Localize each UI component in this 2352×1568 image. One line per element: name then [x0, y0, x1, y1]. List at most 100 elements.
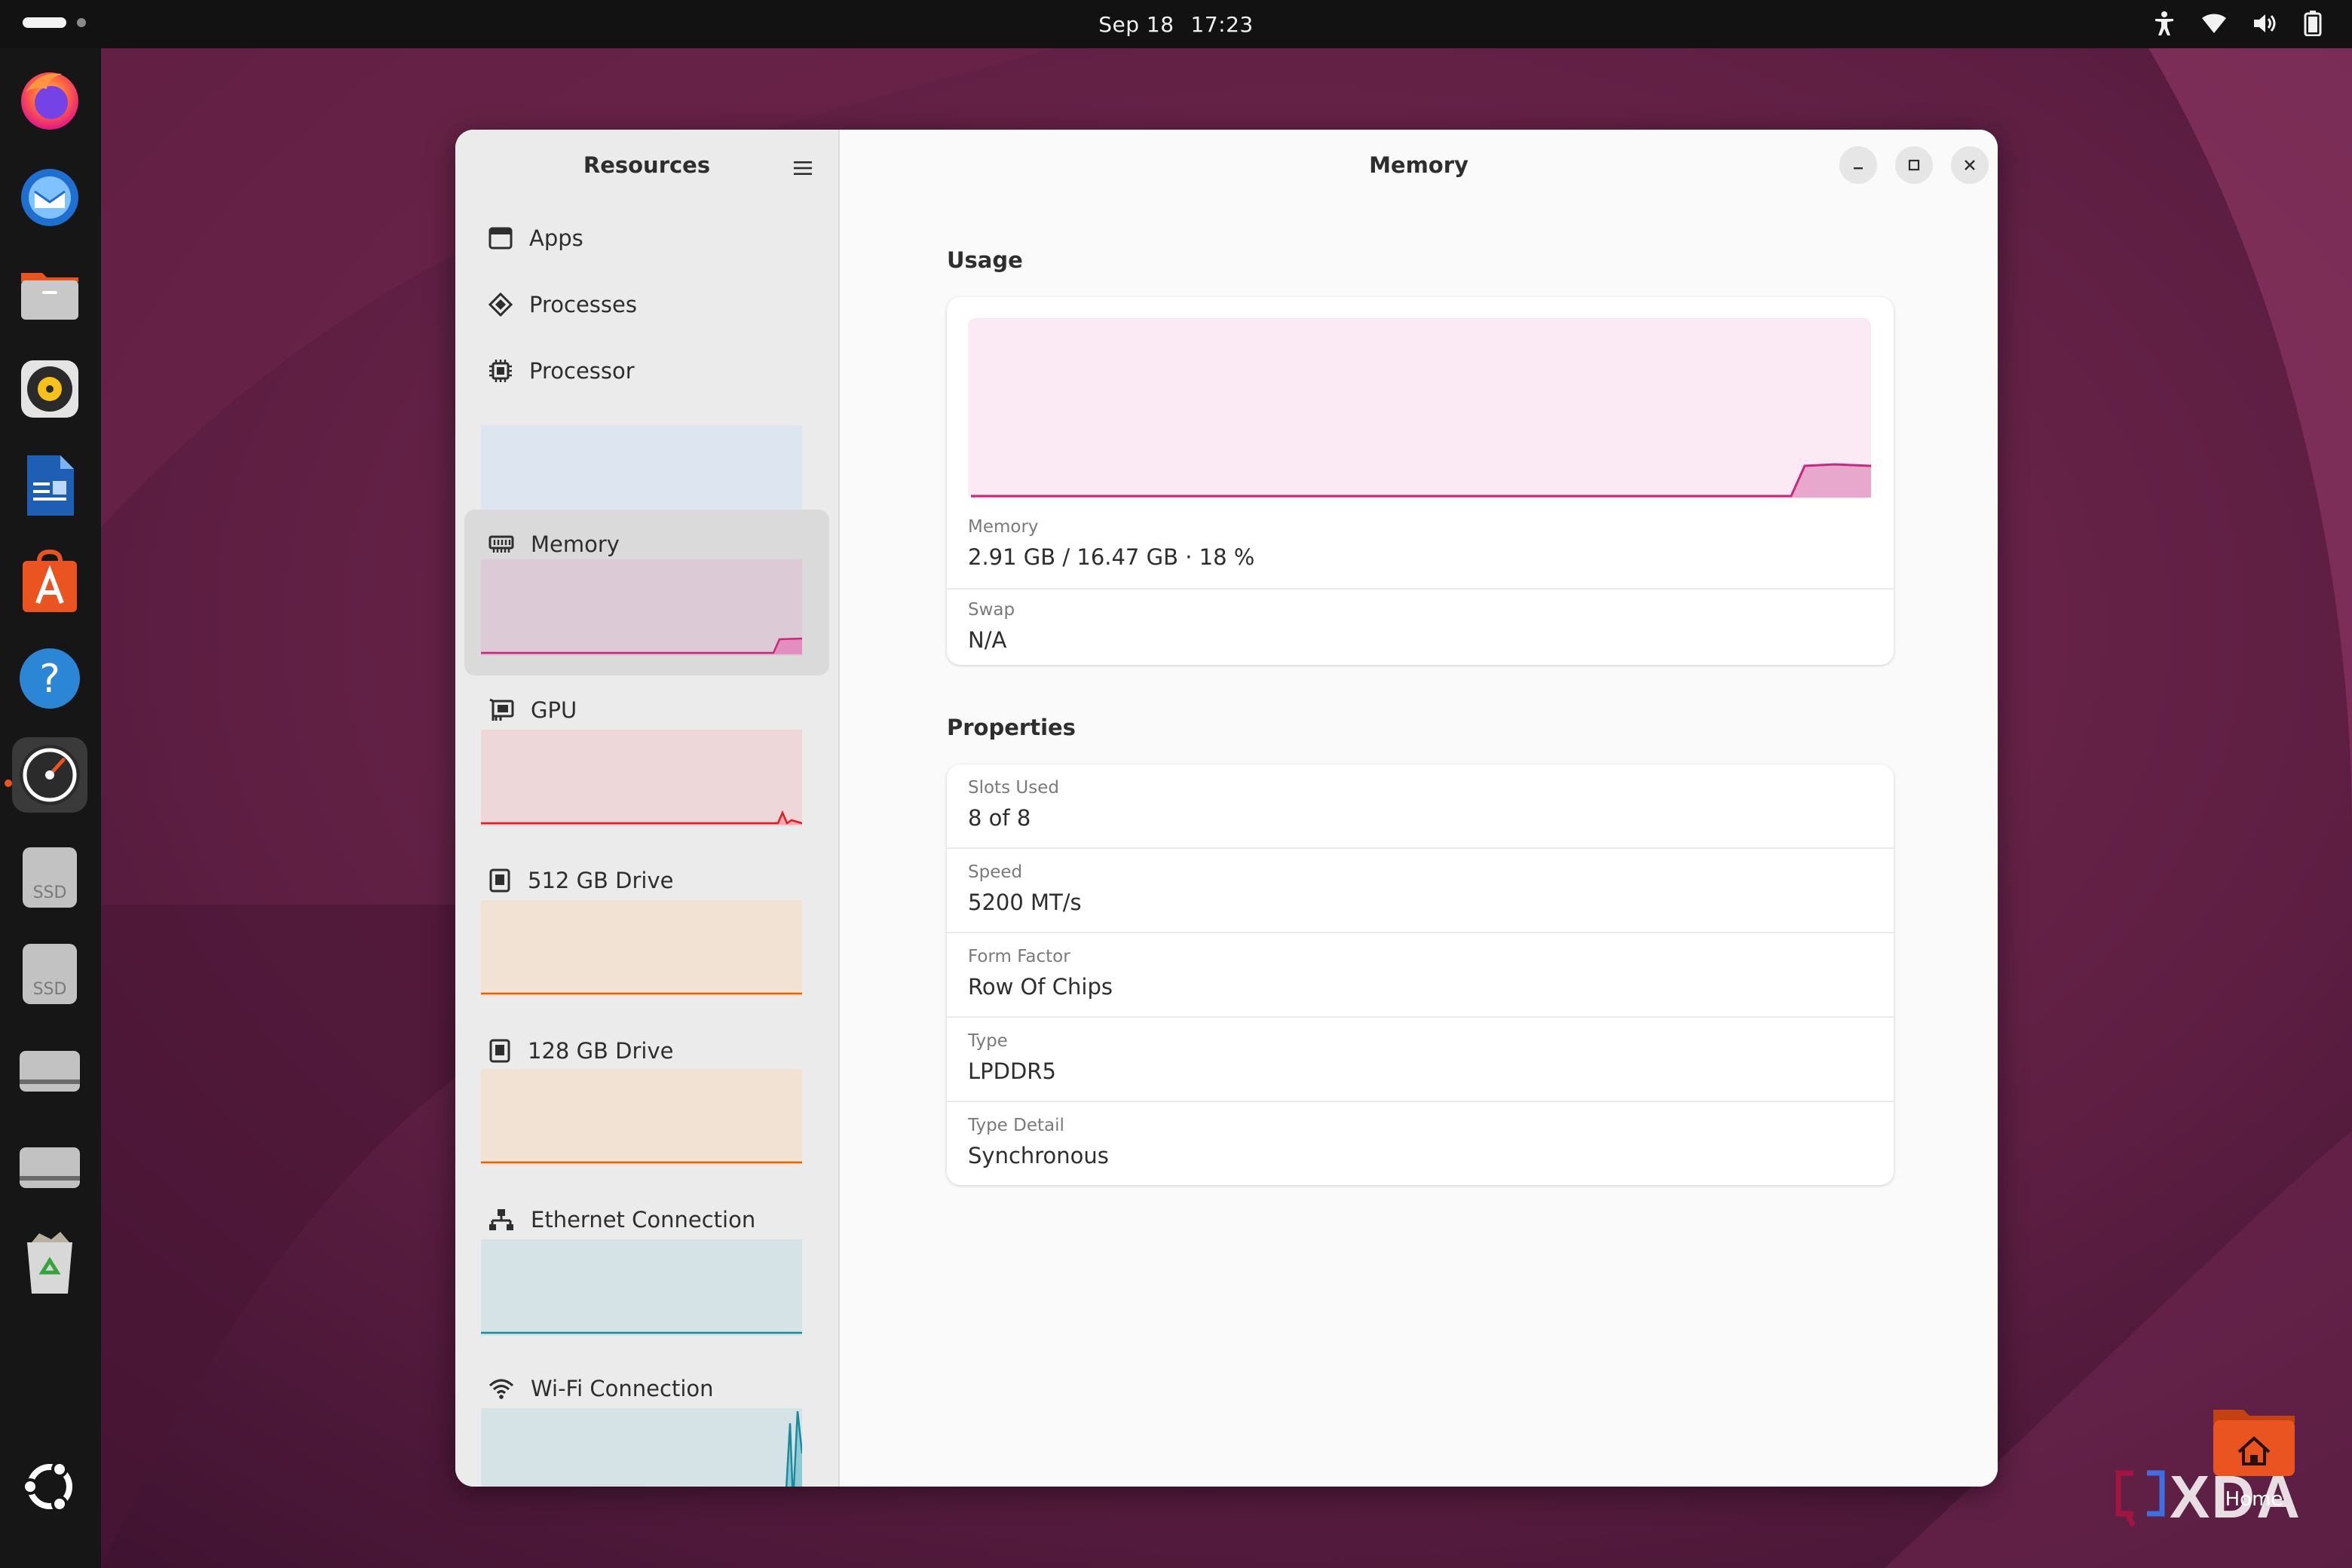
- dock-firefox[interactable]: [12, 62, 87, 137]
- memory-usage-history-graph: [968, 318, 1871, 499]
- property-label: Type: [968, 1031, 1008, 1051]
- wifi-icon: [488, 1379, 514, 1399]
- property-value: 5200 MT/s: [968, 890, 1082, 915]
- sidebar-item-label: Processor: [529, 358, 635, 384]
- hamburger-menu-icon: [794, 161, 812, 175]
- page-title: Memory: [1369, 152, 1468, 178]
- property-value: LPDDR5: [968, 1058, 1056, 1084]
- sidebar-item-label: 512 GB Drive: [528, 868, 674, 893]
- swap-row: Swap N/A: [947, 588, 1894, 665]
- property-label: Slots Used: [968, 778, 1059, 798]
- swap-label: Swap: [968, 600, 1015, 620]
- sidebar-item-label: 128 GB Drive: [528, 1038, 674, 1064]
- memory-usage-graph: [481, 559, 802, 656]
- volume-icon[interactable]: [2252, 12, 2278, 35]
- properties-heading: Properties: [947, 715, 1076, 740]
- wifi-icon[interactable]: [2201, 12, 2227, 35]
- window-icon: [488, 227, 513, 250]
- app-center-icon: [23, 549, 77, 612]
- property-label: Speed: [968, 862, 1023, 882]
- properties-card: Slots Used 8 of 8 Speed 5200 MT/s Form F…: [947, 764, 1894, 1185]
- rhythmbox-icon: [21, 360, 78, 418]
- resources-icon: [20, 745, 80, 805]
- drive-icon: [489, 868, 510, 893]
- dock-ssd-drive[interactable]: SSD: [12, 936, 87, 1012]
- sidebar-item-apps[interactable]: Apps: [464, 205, 829, 271]
- property-row-form-factor: Form Factor Row Of Chips: [947, 932, 1894, 1016]
- memory-row: Memory 2.91 GB / 16.47 GB · 18 %: [947, 511, 1894, 588]
- resources-window: Resources Apps Processes Processor Memor…: [455, 130, 1998, 1487]
- network-icon: [489, 1209, 513, 1230]
- close-button[interactable]: [1951, 146, 1989, 184]
- firefox-icon: [21, 72, 78, 130]
- property-value: Synchronous: [968, 1143, 1109, 1168]
- drive-icon: [489, 1039, 510, 1063]
- close-icon: [1965, 160, 1975, 170]
- property-label: Form Factor: [968, 947, 1070, 966]
- maximize-button[interactable]: [1895, 146, 1933, 184]
- minimize-icon: [1854, 167, 1863, 170]
- show-apps-button[interactable]: [12, 1449, 87, 1524]
- processor-usage-graph: [481, 425, 802, 522]
- property-row-speed: Speed 5200 MT/s: [947, 847, 1894, 932]
- sidebar-item-processes[interactable]: Processes: [464, 271, 829, 338]
- drive-icon: [20, 1051, 80, 1092]
- drive-icon: [20, 1147, 80, 1188]
- help-icon: ?: [20, 648, 80, 709]
- dock-drive[interactable]: [12, 1033, 87, 1108]
- dock-rhythmbox[interactable]: [12, 351, 87, 427]
- sidebar-item-label: Processes: [529, 292, 637, 317]
- property-value: 8 of 8: [968, 805, 1031, 831]
- sidebar: Resources Apps Processes Processor Memor…: [455, 130, 840, 1487]
- drive-512-usage-graph: [481, 900, 802, 997]
- ethernet-usage-graph: [481, 1239, 802, 1336]
- minimize-button[interactable]: [1839, 146, 1877, 184]
- sidebar-item-label: Memory: [531, 531, 620, 557]
- sidebar-item-label: Wi-Fi Connection: [531, 1376, 714, 1401]
- sidebar-item-label: Ethernet Connection: [531, 1207, 756, 1233]
- xda-watermark: XDA: [2111, 1463, 2337, 1541]
- main-menu-button[interactable]: [786, 151, 820, 185]
- main-pane: Memory Usage Memory 2.91 GB / 16.47 GB ·…: [840, 130, 1998, 1487]
- trash-icon: [27, 1232, 72, 1294]
- accessibility-icon[interactable]: [2153, 11, 2176, 36]
- running-indicator: [5, 779, 12, 787]
- dock-app-center[interactable]: [12, 544, 87, 620]
- dock-ssd-drive[interactable]: SSD: [12, 840, 87, 915]
- ssd-label: SSD: [32, 980, 67, 999]
- workspace-indicator: [77, 18, 86, 27]
- swap-value: N/A: [968, 627, 1007, 653]
- dock-trash[interactable]: [12, 1226, 87, 1301]
- xda-logo-icon: [2115, 1470, 2165, 1527]
- ubuntu-logo-icon: [22, 1461, 72, 1512]
- gpu-usage-graph: [481, 730, 802, 826]
- usage-heading: Usage: [947, 247, 1023, 273]
- ssd-label: SSD: [32, 884, 67, 902]
- writer-icon: [27, 455, 74, 516]
- drive-128-usage-graph: [481, 1069, 802, 1165]
- memory-value: 2.91 GB / 16.47 GB · 18 %: [968, 544, 1255, 570]
- workspace-indicator-active: [23, 17, 66, 28]
- gpu-icon: [489, 698, 514, 721]
- clock-time: 17:23: [1190, 11, 1254, 37]
- chip-icon: [489, 360, 512, 382]
- battery-icon[interactable]: [2304, 11, 2322, 36]
- memory-label: Memory: [968, 517, 1039, 537]
- property-value: Row Of Chips: [968, 974, 1113, 1000]
- app-title: Resources: [583, 152, 711, 178]
- memory-icon: [488, 535, 514, 553]
- system-tray[interactable]: [2153, 11, 2322, 36]
- property-row-slots-used: Slots Used 8 of 8: [947, 764, 1894, 847]
- clock[interactable]: Sep 18 17:23: [1098, 12, 1254, 37]
- maximize-icon: [1908, 159, 1920, 171]
- top-panel: Sep 18 17:23: [0, 0, 2352, 48]
- dock-help[interactable]: ?: [12, 641, 87, 716]
- sidebar-item-label: Apps: [529, 225, 583, 251]
- dock-drive[interactable]: [12, 1129, 87, 1205]
- dock-writer[interactable]: [12, 448, 87, 523]
- activities-indicator[interactable]: [23, 17, 86, 28]
- usage-card: Memory 2.91 GB / 16.47 GB · 18 % Swap N/…: [947, 297, 1894, 665]
- property-label: Type Detail: [968, 1116, 1064, 1135]
- dock-resources[interactable]: [12, 737, 87, 813]
- clock-date: Sep 18: [1098, 11, 1174, 37]
